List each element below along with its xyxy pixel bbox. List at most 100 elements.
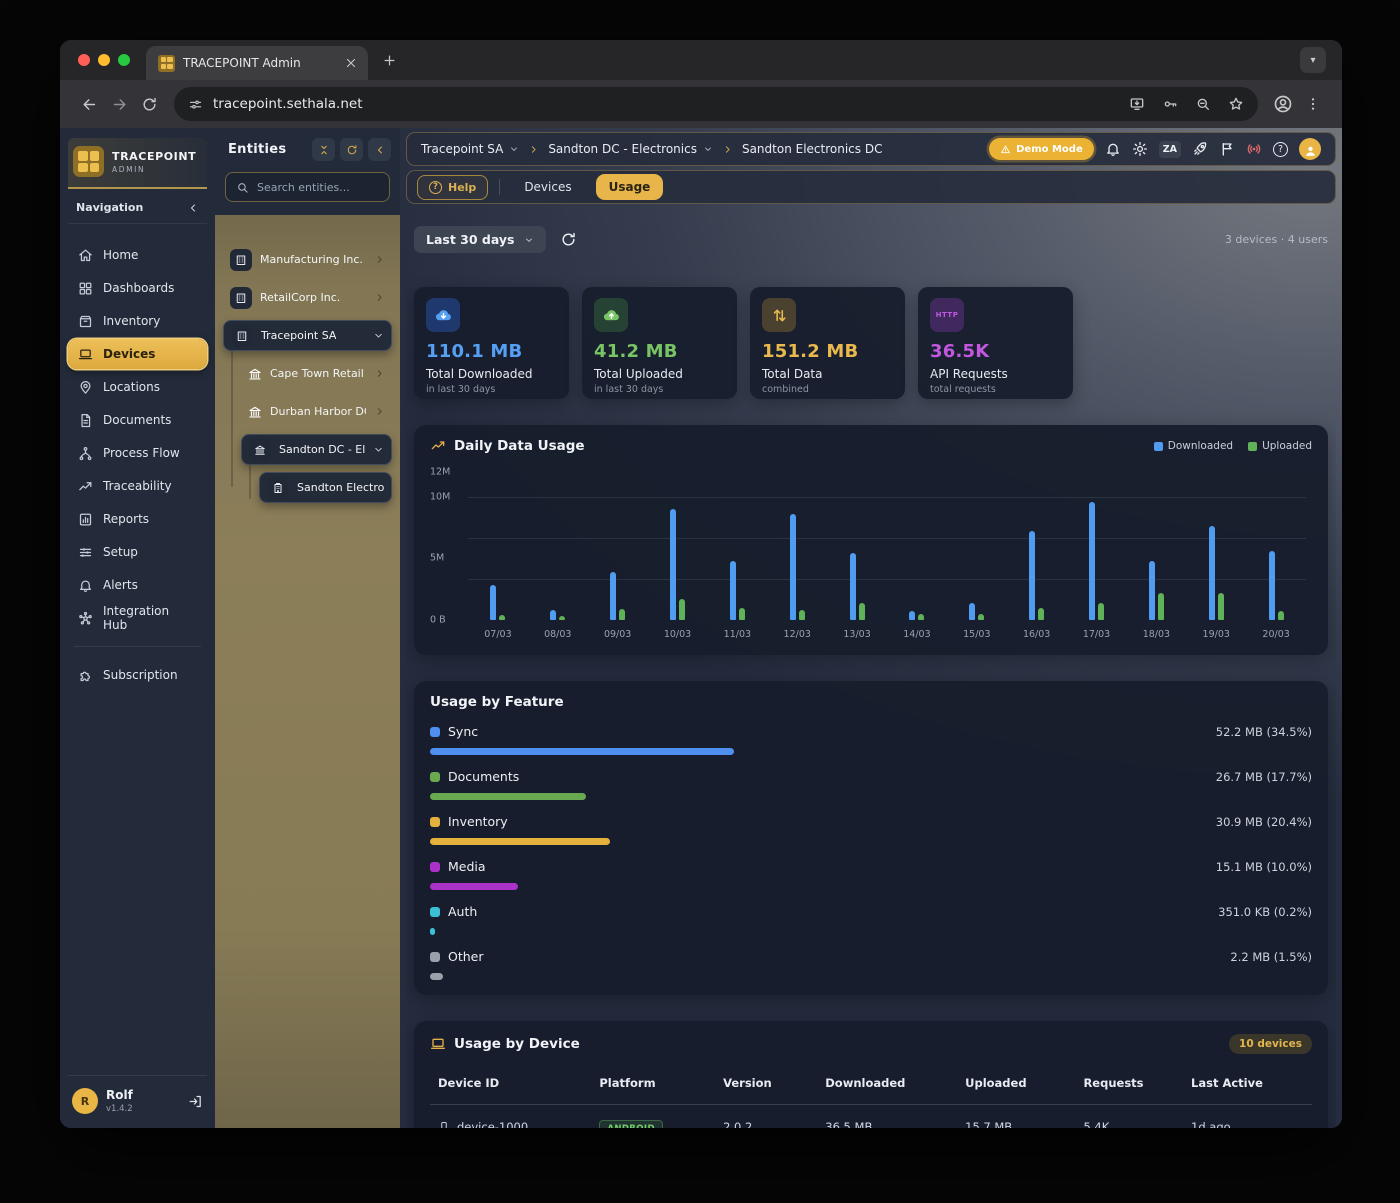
chevron-right-icon[interactable]	[374, 254, 385, 265]
stat-sublabel: total requests	[930, 384, 1061, 395]
collapse-panel-button[interactable]	[368, 138, 391, 161]
zoom-out-icon[interactable]	[1195, 96, 1211, 112]
sidebar-item-integration-hub[interactable]: Integration Hub	[68, 603, 207, 633]
bar-group-08/03[interactable]	[528, 610, 588, 620]
sidebar-item-setup[interactable]: Setup	[68, 537, 207, 567]
feature-label: Media	[448, 859, 486, 874]
feature-label: Inventory	[448, 814, 508, 829]
chart-y-tick: 10M	[430, 491, 460, 502]
sidebar-item-label: Integration Hub	[103, 604, 197, 632]
install-app-icon[interactable]	[1129, 96, 1145, 112]
bar-group-16/03[interactable]	[1007, 531, 1067, 620]
browser-profile-icon[interactable]	[1268, 89, 1298, 119]
sidebar-item-alerts[interactable]: Alerts	[68, 570, 207, 600]
bar-group-20/03[interactable]	[1246, 551, 1306, 620]
close-window-button[interactable]	[78, 54, 90, 66]
sidebar-item-dashboards[interactable]: Dashboards	[68, 273, 207, 303]
tree-item-manufacturing-inc[interactable]: Manufacturing Inc.	[223, 244, 392, 275]
sidebar-item-reports[interactable]: Reports	[68, 504, 207, 534]
bar-group-18/03[interactable]	[1126, 561, 1186, 620]
logout-icon[interactable]	[188, 1094, 203, 1109]
bar-group-19/03[interactable]	[1186, 526, 1246, 620]
bar-group-17/03[interactable]	[1067, 502, 1127, 620]
reload-button[interactable]	[134, 89, 164, 119]
chevron-down-icon[interactable]	[703, 144, 713, 154]
browser-menu-icon[interactable]	[1298, 89, 1328, 119]
sidebar-item-inventory[interactable]: Inventory	[68, 306, 207, 336]
tree-item-retailcorp-inc[interactable]: RetailCorp Inc.	[223, 282, 392, 313]
help-button[interactable]: ?Help	[417, 175, 488, 200]
chevron-down-icon[interactable]	[509, 144, 519, 154]
help-icon[interactable]: ?	[1273, 142, 1288, 157]
url-bar[interactable]: tracepoint.sethala.net	[174, 87, 1258, 121]
breadcrumb-separator-icon	[722, 144, 733, 155]
chevron-right-icon[interactable]	[374, 292, 385, 303]
stat-label: API Requests	[930, 367, 1061, 381]
bar-group-12/03[interactable]	[767, 514, 827, 620]
sidebar-item-label: Traceability	[103, 479, 172, 493]
breadcrumb-item[interactable]: Sandton DC - Electronics	[548, 142, 713, 156]
chevron-right-icon[interactable]	[374, 368, 385, 379]
sidebar-item-process-flow[interactable]: Process Flow	[68, 438, 207, 468]
bar-group-07/03[interactable]	[468, 585, 528, 620]
chevron-down-icon[interactable]	[373, 444, 384, 455]
chart-x-tick: 14/03	[887, 629, 947, 640]
tab-title: TRACEPOINT Admin	[183, 56, 336, 70]
breadcrumb-item[interactable]: Sandton Electronics DC	[742, 142, 883, 156]
tab-list-chevron-icon[interactable]: ▾	[1300, 47, 1326, 73]
breadcrumb-item[interactable]: Tracepoint SA	[421, 142, 519, 156]
bookmark-star-icon[interactable]	[1228, 96, 1244, 112]
chevron-down-icon[interactable]	[373, 330, 384, 341]
date-range-select[interactable]: Last 30 days	[414, 226, 546, 253]
tree-item-tracepoint-sa[interactable]: Tracepoint SA	[223, 320, 392, 351]
stat-sublabel: in last 30 days	[594, 384, 725, 395]
bar-group-10/03[interactable]	[648, 509, 708, 620]
tab-usage[interactable]: Usage	[596, 174, 664, 200]
tab-close-icon[interactable]	[344, 56, 358, 70]
notifications-bell-icon[interactable]	[1105, 141, 1121, 157]
collapse-all-button[interactable]	[312, 138, 335, 161]
bar-group-13/03[interactable]	[827, 553, 887, 620]
bar-group-11/03[interactable]	[707, 561, 767, 620]
device-table-row[interactable]: device-1000ANDROID2.0.236.5 MB15.7 MB5.4…	[430, 1105, 1312, 1128]
entities-search-input[interactable]: Search entities...	[225, 172, 390, 202]
zoom-window-button[interactable]	[118, 54, 130, 66]
tree-item-sandton-electronics[interactable]: Sandton Electronics...	[259, 472, 392, 503]
sidebar-item-traceability[interactable]: Traceability	[68, 471, 207, 501]
tree-item-durban-harbor-dc[interactable]: Durban Harbor DC ...	[241, 396, 392, 427]
password-key-icon[interactable]	[1162, 96, 1178, 112]
feature-bar	[430, 973, 443, 980]
bar-group-14/03[interactable]	[887, 611, 947, 620]
locale-badge[interactable]: ZA	[1159, 141, 1181, 158]
bar-group-15/03[interactable]	[947, 603, 1007, 620]
rocket-icon[interactable]	[1192, 141, 1208, 157]
account-avatar[interactable]	[1299, 138, 1321, 160]
sidebar-item-devices[interactable]: Devices	[68, 339, 207, 369]
collapse-sidebar-icon[interactable]	[187, 202, 199, 214]
site-icon	[272, 482, 284, 494]
chevron-right-icon[interactable]	[374, 406, 385, 417]
sidebar-divider	[74, 646, 201, 647]
user-avatar[interactable]: R	[72, 1088, 98, 1114]
tree-item-cape-town-retail-s[interactable]: Cape Town Retail S...	[241, 358, 392, 389]
back-button[interactable]	[74, 89, 104, 119]
tree-item-sandton-dc-elec[interactable]: Sandton DC - Elec...	[241, 434, 392, 465]
live-status-icon[interactable]	[1246, 141, 1262, 157]
new-tab-button[interactable]	[382, 53, 397, 68]
sidebar-item-locations[interactable]: Locations	[68, 372, 207, 402]
forward-button[interactable]	[104, 89, 134, 119]
theme-sun-icon[interactable]	[1132, 141, 1148, 157]
bar-group-09/03[interactable]	[588, 572, 648, 620]
refresh-data-button[interactable]	[560, 231, 577, 248]
minimize-window-button[interactable]	[98, 54, 110, 66]
sidebar-item-subscription[interactable]: Subscription	[68, 660, 207, 690]
tab-devices[interactable]: Devices	[511, 174, 584, 200]
flag-icon[interactable]	[1219, 141, 1235, 157]
refresh-entities-button[interactable]	[340, 138, 363, 161]
site-settings-icon[interactable]	[188, 97, 203, 112]
sidebar-item-documents[interactable]: Documents	[68, 405, 207, 435]
browser-tab[interactable]: TRACEPOINT Admin	[146, 46, 368, 80]
company-icon	[236, 330, 248, 342]
sidebar-item-home[interactable]: Home	[68, 240, 207, 270]
demo-mode-badge[interactable]: Demo Mode	[989, 138, 1094, 160]
